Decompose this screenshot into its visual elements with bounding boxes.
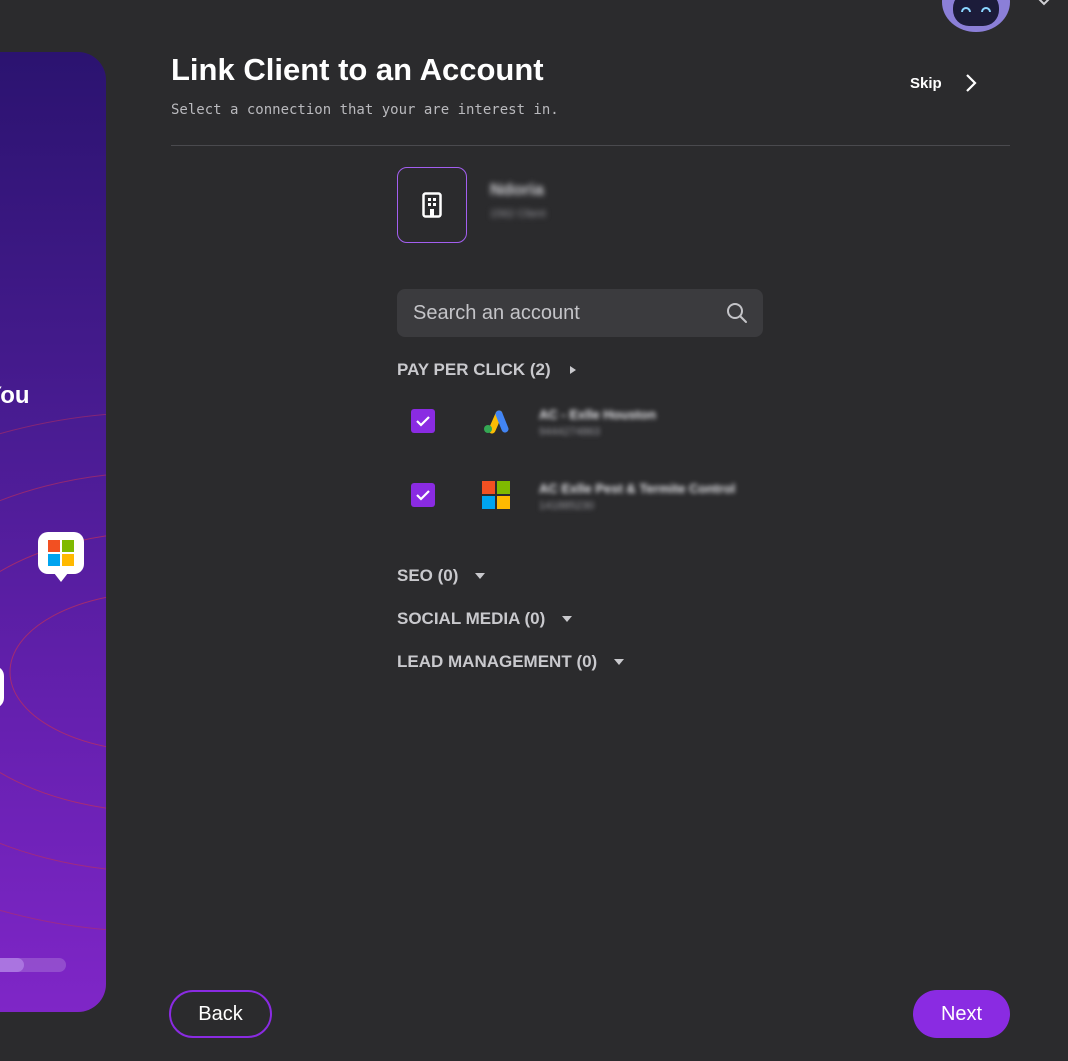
section-label: PAY PER CLICK (2): [397, 360, 551, 379]
account-checkbox[interactable]: [411, 483, 435, 507]
robot-face-icon: [953, 0, 999, 26]
search-icon[interactable]: [725, 301, 749, 325]
account-row[interactable]: AC - Exlle Houston 9444274863: [411, 404, 745, 438]
google-ads-icon: [481, 406, 511, 436]
user-avatar[interactable]: [942, 0, 1010, 32]
account-id: 141885230: [539, 500, 595, 512]
section-label: SOCIAL MEDIA (0): [397, 609, 546, 628]
client-name: Ndoria: [490, 180, 544, 199]
section-lead-management[interactable]: LEAD MANAGEMENT (0): [397, 652, 625, 672]
account-info: AC - Exlle Houston 9444274863: [539, 404, 745, 438]
account-search[interactable]: [397, 289, 763, 337]
progress-fill: [0, 958, 24, 972]
account-info: AC Exlle Pest & Termite Control 14188523…: [539, 478, 745, 512]
section-pay-per-click[interactable]: PAY PER CLICK (2): [397, 360, 579, 380]
section-seo[interactable]: SEO (0): [397, 566, 486, 586]
section-social-media[interactable]: SOCIAL MEDIA (0): [397, 609, 573, 629]
page-subtitle: Select a connection that your are intere…: [171, 102, 559, 118]
client-info: Ndoria 1562 Client: [490, 180, 590, 240]
caret-down-icon: [475, 573, 486, 579]
caret-down-icon: [614, 659, 625, 665]
skip-label: Skip: [910, 74, 942, 92]
search-input[interactable]: [411, 300, 715, 326]
chevron-down-icon[interactable]: [1034, 0, 1054, 8]
page-title: Link Client to an Account: [171, 52, 544, 87]
caret-down-icon: [562, 616, 573, 622]
skip-button[interactable]: Skip: [910, 72, 978, 94]
promo-heading: You: [0, 382, 30, 409]
onboarding-progress-bar: [0, 958, 66, 972]
caret-right-icon: [569, 366, 576, 374]
account-row[interactable]: AC Exlle Pest & Termite Control 14188523…: [411, 478, 745, 512]
client-subtitle: 1562 Client: [490, 208, 546, 220]
account-name: AC Exlle Pest & Termite Control: [539, 481, 736, 496]
account-id: 9444274863: [539, 426, 601, 438]
section-label: LEAD MANAGEMENT (0): [397, 652, 598, 671]
section-label: SEO (0): [397, 566, 459, 585]
microsoft-ads-icon: [481, 480, 511, 510]
back-button[interactable]: Back: [169, 990, 272, 1038]
microsoft-bubble-icon: [38, 532, 84, 574]
account-checkbox[interactable]: [411, 409, 435, 433]
next-button[interactable]: Next: [913, 990, 1010, 1038]
chevron-right-icon: [965, 74, 977, 92]
onboarding-side-panel: You: [0, 52, 106, 1012]
header-divider: [171, 145, 1010, 146]
client-building-icon: [397, 167, 467, 243]
account-name: AC - Exlle Houston: [539, 407, 657, 422]
